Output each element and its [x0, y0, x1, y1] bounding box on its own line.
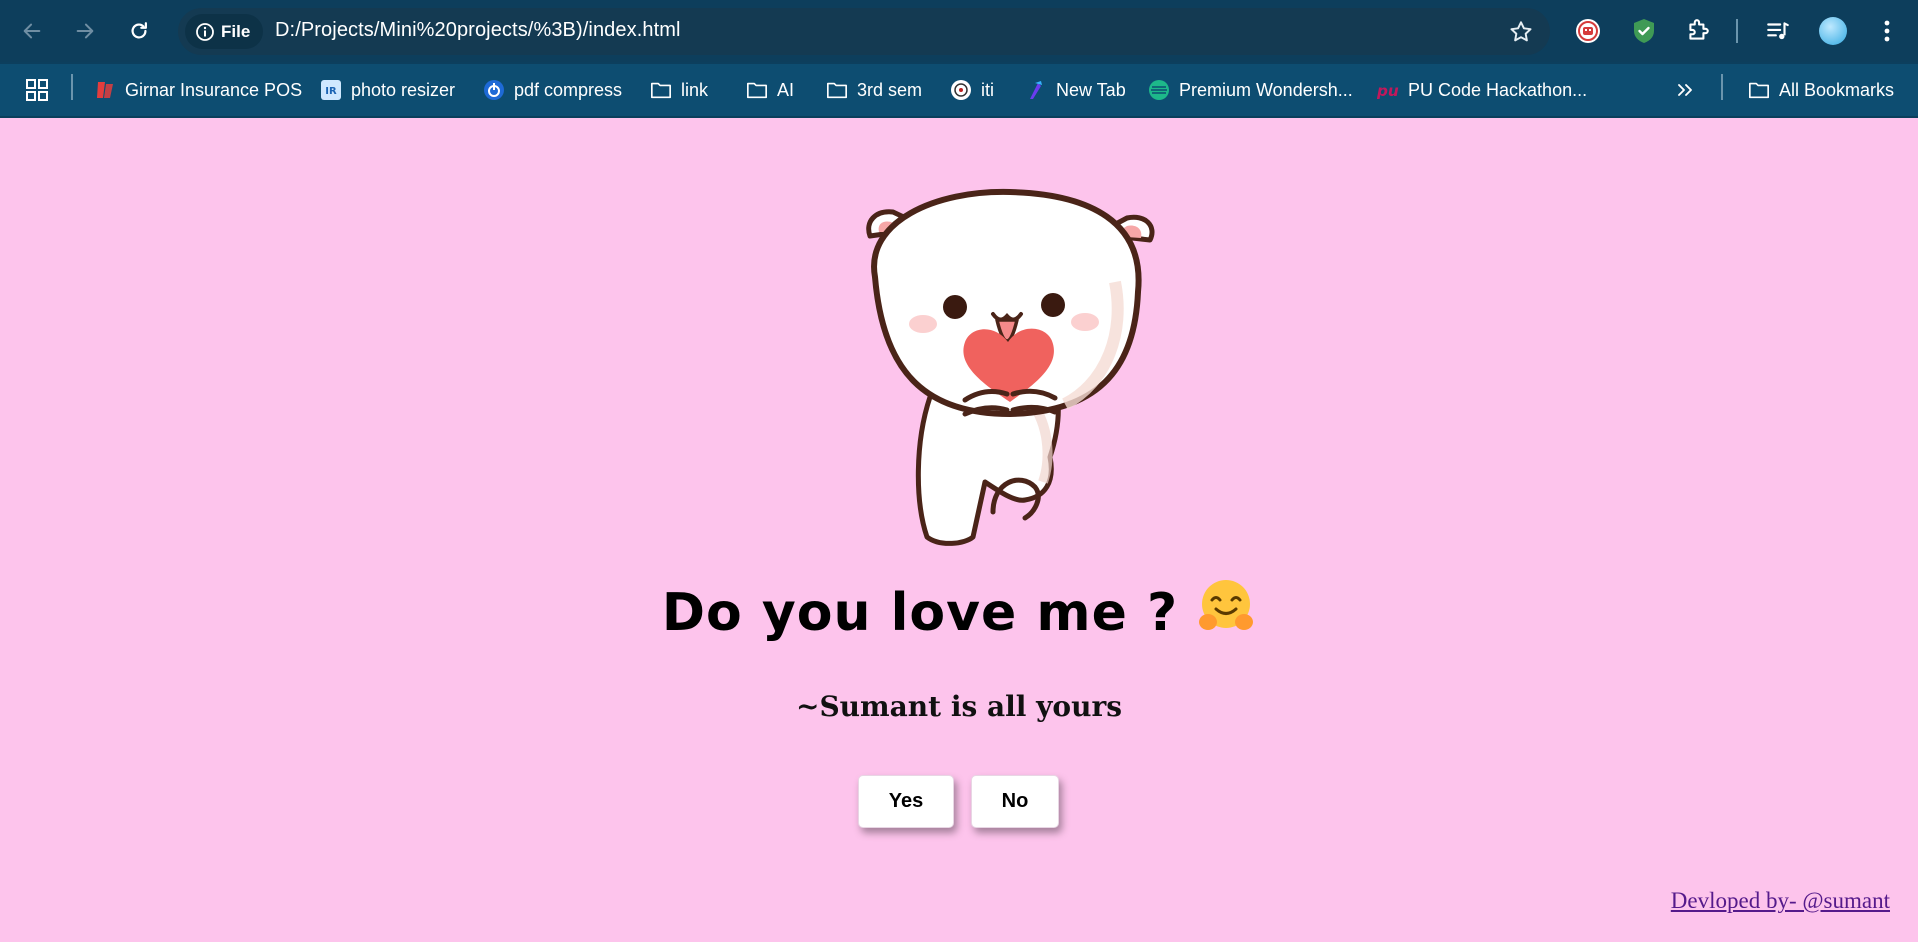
bookmark-label: link: [681, 79, 709, 100]
arrow-right-icon: [76, 23, 94, 39]
bookmark-folder-link[interactable]: link: [650, 74, 708, 106]
love-question-heading: Do you love me ?: [0, 576, 1918, 643]
back-button[interactable]: [14, 13, 50, 49]
forward-button[interactable]: [67, 13, 103, 49]
no-button[interactable]: No: [971, 775, 1059, 828]
new-tab-icon: [1025, 79, 1047, 101]
folder-icon: [650, 79, 672, 101]
bookmark-girnar[interactable]: Girnar Insurance POS: [94, 74, 302, 106]
bookmarks-divider-right: [1721, 74, 1723, 100]
bookmark-folder-3rd-sem[interactable]: 3rd sem: [826, 74, 922, 106]
bookmark-label: AI: [777, 79, 795, 100]
browser-toolbar: File D:/Projects/Mini%20projects/%3B)/in…: [0, 0, 1918, 62]
cat-holding-heart-illustration: [866, 188, 1155, 546]
kebab-menu-icon: [1884, 20, 1890, 42]
more-bookmarks-button[interactable]: [1676, 74, 1694, 106]
puzzle-icon: [1689, 19, 1709, 40]
reload-icon: [131, 22, 147, 39]
media-controls-button[interactable]: [1761, 14, 1795, 48]
bookmark-label: Girnar Insurance POS: [125, 79, 303, 100]
arrow-left-icon: [23, 23, 41, 39]
apps-grid-icon: [26, 79, 48, 101]
bookmark-folder-ai[interactable]: AI: [746, 74, 794, 106]
browser-chrome: File D:/Projects/Mini%20projects/%3B)/in…: [0, 0, 1918, 118]
green-shield-icon: [1634, 19, 1654, 43]
file-chip-label: File: [221, 21, 251, 41]
subtitle-text: ~Sumant is all yours: [796, 690, 1122, 723]
all-bookmarks-label: All Bookmarks: [1779, 79, 1895, 100]
apps-button[interactable]: [26, 74, 48, 106]
chrome-menu-button[interactable]: [1870, 14, 1904, 48]
site-info-chip[interactable]: File: [185, 14, 263, 49]
all-bookmarks-button[interactable]: All Bookmarks: [1748, 74, 1894, 106]
toolbar-divider: [1736, 19, 1738, 43]
bookmark-photo-resizer[interactable]: IR photo resizer: [320, 74, 455, 106]
developer-credit-link[interactable]: Devloped by- @sumant: [1671, 888, 1890, 914]
chevron-double-right-icon: [1678, 84, 1692, 96]
pdf-compress-icon: [483, 79, 505, 101]
photo-resizer-icon: IR: [320, 79, 342, 101]
bookmark-star-icon[interactable]: [1508, 19, 1534, 45]
playlist-music-icon: [1767, 22, 1789, 40]
url-text[interactable]: D:/Projects/Mini%20projects/%3B)/index.h…: [275, 19, 681, 42]
bookmark-pu-code[interactable]: pu PU Code Hackathon...: [1377, 74, 1587, 106]
folder-icon: [746, 79, 768, 101]
folder-icon: [826, 79, 848, 101]
info-icon: [196, 22, 214, 41]
yes-button[interactable]: Yes: [858, 775, 954, 828]
reload-button[interactable]: [121, 13, 157, 49]
bookmark-label: photo resizer: [351, 79, 456, 100]
bookmark-iti[interactable]: iti: [950, 74, 994, 106]
bookmark-label: Premium Wondersh...: [1179, 79, 1353, 100]
bookmark-wondershare[interactable]: Premium Wondersh...: [1148, 74, 1353, 106]
girnar-icon: [94, 79, 116, 101]
bookmarks-divider: [71, 74, 73, 100]
extensions-menu-button[interactable]: [1681, 14, 1715, 48]
address-bar[interactable]: File D:/Projects/Mini%20projects/%3B)/in…: [178, 8, 1550, 55]
svg-text:IR: IR: [325, 86, 337, 97]
bookmark-label: iti: [981, 79, 994, 100]
extension-button-2[interactable]: [1627, 14, 1661, 48]
pu-code-icon: pu: [1377, 79, 1399, 101]
profile-avatar-icon: [1819, 17, 1847, 45]
bookmark-pdf-compress[interactable]: pdf compress: [483, 74, 622, 106]
iti-icon: [950, 79, 972, 101]
bookmark-new-tab[interactable]: New Tab: [1025, 74, 1126, 106]
hugging-face-emoji-icon: [1199, 580, 1254, 630]
bookmark-label: pdf compress: [514, 79, 623, 100]
folder-icon: [1748, 79, 1770, 101]
wondershare-icon: [1148, 79, 1170, 101]
bookmark-label: 3rd sem: [857, 79, 923, 100]
svg-text:pu: pu: [1377, 82, 1399, 100]
bookmark-label: PU Code Hackathon...: [1408, 79, 1588, 100]
question-text: Do you love me ?: [661, 583, 1179, 643]
red-robot-extension-icon: [1576, 19, 1600, 43]
bookmark-label: New Tab: [1056, 79, 1126, 100]
profile-button[interactable]: [1816, 14, 1850, 48]
extension-button-1[interactable]: [1571, 14, 1605, 48]
